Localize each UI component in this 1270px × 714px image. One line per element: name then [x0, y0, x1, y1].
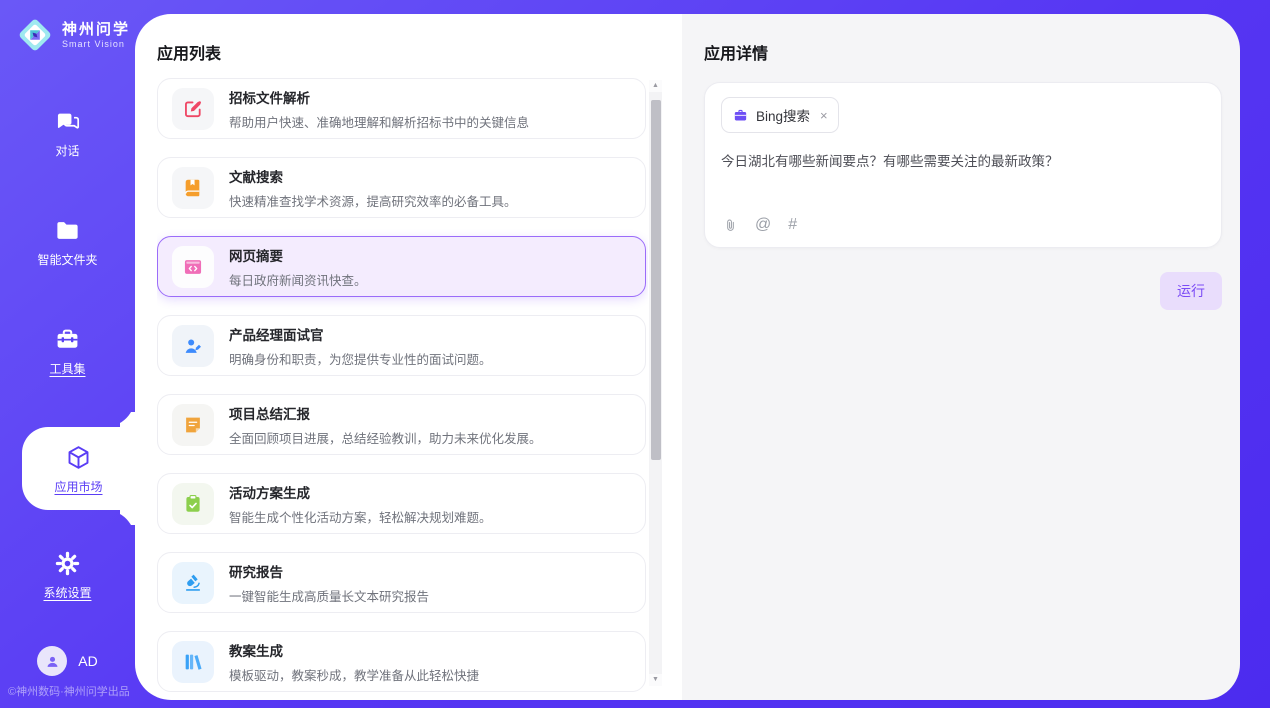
run-button[interactable]: 运行: [1160, 272, 1222, 310]
app-card-event-plan-generator[interactable]: 活动方案生成 智能生成个性化活动方案，轻松解决规划难题。: [157, 473, 646, 534]
app-card-bid-document-parsing[interactable]: 招标文件解析 帮助用户快速、准确地理解和解析招标书中的关键信息: [157, 78, 646, 139]
app-card-list: 招标文件解析 帮助用户快速、准确地理解和解析招标书中的关键信息 文献搜索 快速精…: [157, 78, 648, 700]
app-card-research-report[interactable]: 研究报告 一键智能生成高质量长文本研究报告: [157, 552, 646, 613]
composer-toolbar: @#: [723, 216, 797, 234]
browser-code-icon: [172, 246, 214, 288]
copyright-text: ©神州数码·神州问学出品: [8, 683, 130, 699]
user-account[interactable]: AD: [0, 646, 135, 676]
app-card-project-summary[interactable]: 项目总结汇报 全面回顾项目进展，总结经验教训，助力未来优化发展。: [157, 394, 646, 455]
brand-tagline: Smart Vision: [62, 39, 130, 49]
avatar: [37, 646, 67, 676]
tool-chip-label: Bing搜索: [756, 105, 810, 125]
chat-icon: [54, 108, 81, 135]
app-detail-title: 应用详情: [704, 40, 1222, 64]
app-detail-panel: 应用详情 Bing搜索 × 今日湖北有哪些新闻要点？有哪些需要关注的最新政策？ …: [682, 14, 1240, 700]
prompt-card[interactable]: Bing搜索 × 今日湖北有哪些新闻要点？有哪些需要关注的最新政策？ @#: [704, 82, 1222, 248]
scroll-down-icon[interactable]: ▼: [652, 674, 659, 686]
scroll-up-icon[interactable]: ▲: [652, 80, 659, 92]
list-scrollbar[interactable]: ▲ ▼: [649, 80, 662, 686]
books-icon: [172, 641, 214, 683]
prompt-text[interactable]: 今日湖北有哪些新闻要点？有哪些需要关注的最新政策？: [721, 150, 1205, 170]
book-icon: [172, 167, 214, 209]
run-row: 运行: [704, 272, 1222, 310]
diamond-logo-icon: [16, 16, 54, 54]
briefcase-icon: [732, 107, 749, 124]
sidebar-item-settings[interactable]: 系统设置: [0, 550, 135, 601]
app-card-pm-interviewer[interactable]: 产品经理面试官 明确身份和职责，为您提供专业性的面试问题。: [157, 315, 646, 376]
scrollbar-track[interactable]: [649, 92, 662, 674]
app-list-title: 应用列表: [157, 40, 682, 64]
folder-icon: [54, 217, 81, 244]
sidebar-item-smart-folders[interactable]: 智能文件夹: [0, 217, 135, 268]
cube-icon: [65, 444, 92, 471]
paperclip-icon[interactable]: [723, 217, 738, 234]
scrollbar-thumb[interactable]: [651, 100, 661, 460]
user-avatar-icon: [44, 653, 61, 670]
microscope-icon: [172, 562, 214, 604]
gear-icon: [54, 550, 81, 577]
chip-close-icon[interactable]: ×: [820, 108, 828, 123]
sidebar: 神州问学 Smart Vision 对话 智能文件夹 工具集 应用市场 系统设置…: [0, 0, 135, 708]
clipboard-check-icon: [172, 483, 214, 525]
app-card-literature-search[interactable]: 文献搜索 快速精准查找学术资源，提高研究效率的必备工具。: [157, 157, 646, 218]
brand-logo: 神州问学 Smart Vision: [0, 0, 135, 54]
sidebar-item-toolbox[interactable]: 工具集: [0, 326, 135, 377]
sidebar-item-chat[interactable]: 对话: [0, 108, 135, 159]
toolbox-icon: [54, 326, 81, 353]
tool-chip-bing-search[interactable]: Bing搜索 ×: [721, 97, 839, 133]
sidebar-item-app-market[interactable]: 应用市场: [22, 427, 135, 510]
app-frame: 神州问学 Smart Vision 对话 智能文件夹 工具集 应用市场 系统设置…: [0, 0, 1270, 708]
app-list-panel: 应用列表 招标文件解析 帮助用户快速、准确地理解和解析招标书中的关键信息 文献搜…: [135, 14, 682, 700]
hash-icon[interactable]: #: [788, 216, 797, 234]
brand-name: 神州问学: [62, 21, 130, 39]
edit-square-icon: [172, 88, 214, 130]
user-name: AD: [78, 653, 97, 669]
interviewer-icon: [172, 325, 214, 367]
app-card-lesson-plan-generator[interactable]: 教案生成 模板驱动，教案秒成，教学准备从此轻松快捷: [157, 631, 646, 692]
at-sign-icon[interactable]: @: [755, 216, 771, 234]
content-surface: 应用列表 招标文件解析 帮助用户快速、准确地理解和解析招标书中的关键信息 文献搜…: [135, 14, 1240, 700]
sidebar-nav: 对话 智能文件夹 工具集 应用市场 系统设置: [0, 108, 135, 659]
note-icon: [172, 404, 214, 446]
app-card-web-summary[interactable]: 网页摘要 每日政府新闻资讯快查。: [157, 236, 646, 297]
